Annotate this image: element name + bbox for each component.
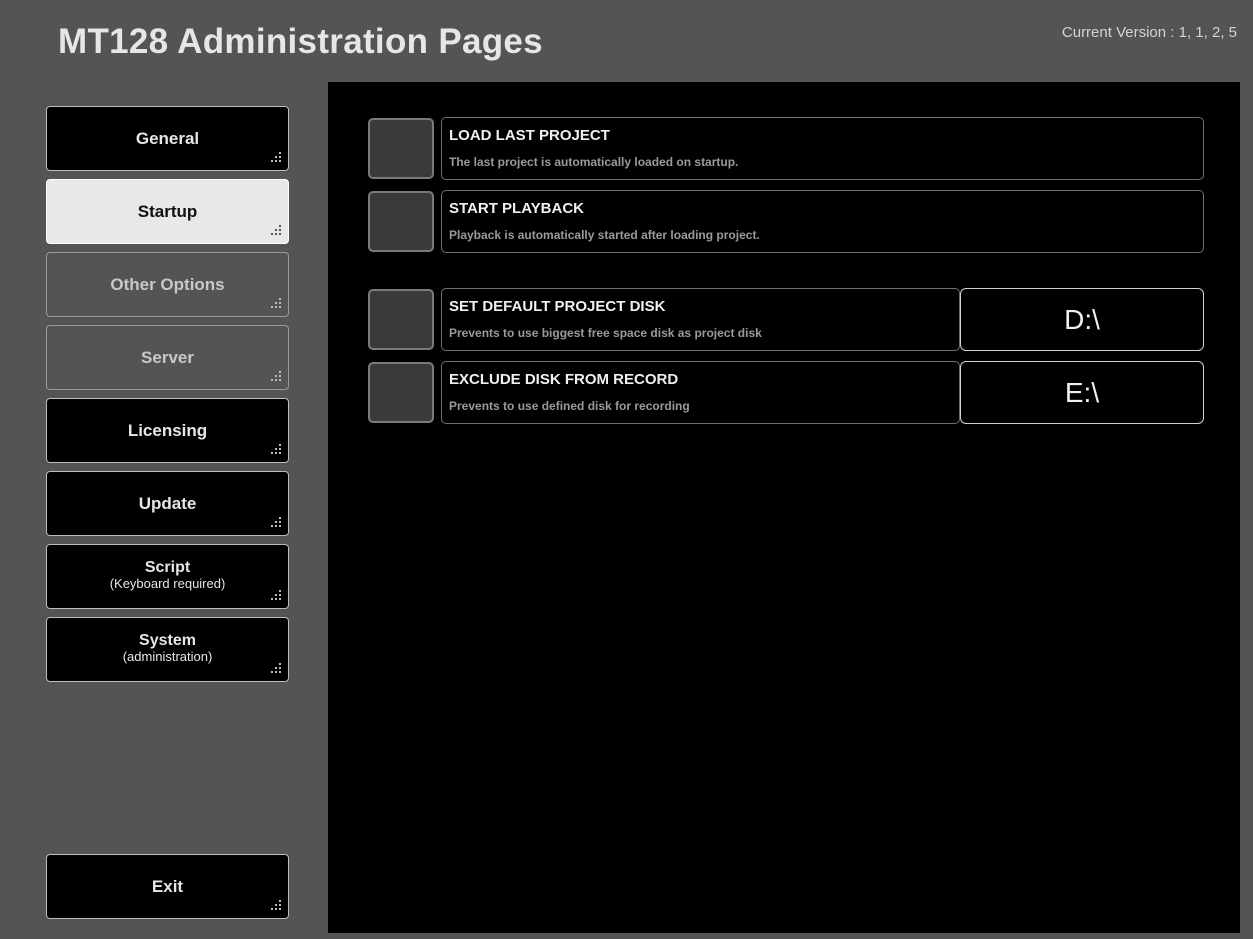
default-project-disk-checkbox[interactable] (368, 289, 434, 350)
grip-dots-icon (271, 590, 283, 602)
sidebar-item-update[interactable]: Update (46, 471, 289, 536)
start-playback-checkbox[interactable] (368, 191, 434, 252)
grip-dots-icon (271, 371, 283, 383)
sidebar-item-system[interactable]: System (administration) (46, 617, 289, 682)
sidebar-item-script[interactable]: Script (Keyboard required) (46, 544, 289, 609)
sidebar-item-label: Licensing (127, 421, 208, 440)
default-project-disk-field[interactable]: D:\ (960, 288, 1204, 351)
option-title: START PLAYBACK (449, 200, 585, 217)
title-bar: MT128 Administration Pages Current Versi… (0, 0, 1253, 82)
version-label: Current Version : (1061, 24, 1175, 41)
sidebar-item-label: General (135, 129, 200, 148)
exclude-disk-option[interactable]: EXCLUDE DISK FROM RECORD Prevents to use… (441, 361, 960, 424)
exit-button[interactable]: Exit (46, 854, 289, 919)
page-title: MT128 Administration Pages (58, 22, 543, 61)
option-title: EXCLUDE DISK FROM RECORD (449, 371, 679, 388)
sidebar-item-label: Startup (137, 202, 198, 221)
grip-dots-icon (271, 517, 283, 529)
option-title: SET DEFAULT PROJECT DISK (449, 298, 666, 315)
exit-label: Exit (151, 877, 184, 896)
sidebar-item-server[interactable]: Server (46, 325, 289, 390)
sidebar-item-sublabel: (Keyboard required) (109, 576, 226, 591)
option-description: Playback is automatically started after … (449, 228, 760, 242)
grip-dots-icon (271, 225, 283, 237)
option-description: Prevents to use biggest free space disk … (449, 326, 762, 340)
sidebar-item-sublabel: (administration) (122, 649, 213, 664)
load-last-project-option[interactable]: LOAD LAST PROJECT The last project is au… (441, 117, 1204, 180)
option-title: LOAD LAST PROJECT (449, 127, 610, 144)
sidebar-item-startup[interactable]: Startup (46, 179, 289, 244)
sidebar-item-label: Update (138, 494, 197, 513)
version-value: 1, 1, 2, 5 (1178, 24, 1237, 41)
sidebar-item-label: Other Options (110, 275, 225, 294)
sidebar: General Startup Other Options Server Lic… (0, 82, 328, 939)
sidebar-item-label: Script (144, 559, 191, 576)
option-description: The last project is automatically loaded… (449, 155, 739, 169)
version-info: Current Version : 1, 1, 2, 5 (1062, 24, 1237, 41)
sidebar-item-general[interactable]: General (46, 106, 289, 171)
start-playback-option[interactable]: START PLAYBACK Playback is automatically… (441, 190, 1204, 253)
grip-dots-icon (271, 152, 283, 164)
startup-options-panel: LOAD LAST PROJECT The last project is au… (328, 82, 1240, 933)
option-description: Prevents to use defined disk for recordi… (449, 399, 690, 413)
exclude-disk-field[interactable]: E:\ (960, 361, 1204, 424)
sidebar-item-label: Server (141, 348, 194, 367)
exclude-disk-checkbox[interactable] (368, 362, 434, 423)
grip-dots-icon (271, 298, 283, 310)
default-project-disk-option[interactable]: SET DEFAULT PROJECT DISK Prevents to use… (441, 288, 960, 351)
sidebar-item-label: System (139, 632, 196, 649)
load-last-project-checkbox[interactable] (368, 118, 434, 179)
grip-dots-icon (271, 900, 283, 912)
sidebar-item-other-options[interactable]: Other Options (46, 252, 289, 317)
sidebar-item-licensing[interactable]: Licensing (46, 398, 289, 463)
grip-dots-icon (271, 444, 283, 456)
grip-dots-icon (271, 663, 283, 675)
